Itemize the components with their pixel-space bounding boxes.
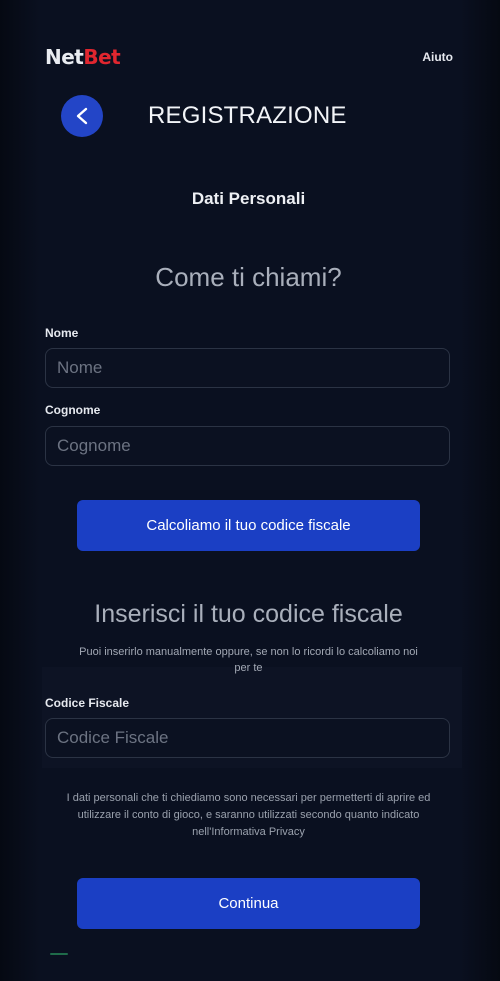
continue-button[interactable]: Continua <box>77 878 420 929</box>
first-name-label: Nome <box>45 326 79 340</box>
help-link[interactable]: Aiuto <box>422 50 453 64</box>
first-name-input[interactable] <box>45 348 450 388</box>
top-bar: NetBet Aiuto <box>45 44 453 70</box>
logo-net-text: Net <box>45 45 84 69</box>
step-subtitle: Dati Personali <box>191 189 306 208</box>
name-question-heading: Come ti chiami? <box>155 262 342 292</box>
calculate-fiscal-code-button[interactable]: Calcoliamo il tuo codice fiscale <box>77 500 420 551</box>
fiscal-code-input[interactable] <box>45 718 450 758</box>
logo-bet-text: Bet <box>83 45 121 69</box>
netbet-logo[interactable]: NetBet <box>45 45 121 69</box>
privacy-notice: I dati personali che ti chiediamo sono n… <box>66 792 431 838</box>
fiscal-code-hint: Puoi inserirlo manualmente oppure, se no… <box>79 646 418 674</box>
back-button[interactable] <box>61 95 103 137</box>
chevron-left-icon <box>76 107 88 125</box>
fiscal-code-label: Codice Fiscale <box>45 696 130 710</box>
last-name-label: Cognome <box>45 403 101 417</box>
last-name-input[interactable] <box>45 426 450 466</box>
bottom-indicator <box>50 953 68 955</box>
registration-page: NetBet Aiuto REGISTRAZIONE Dati Personal… <box>0 0 500 981</box>
page-title: REGISTRAZIONE <box>148 102 347 129</box>
fiscal-code-heading: Inserisci il tuo codice fiscale <box>94 600 403 628</box>
